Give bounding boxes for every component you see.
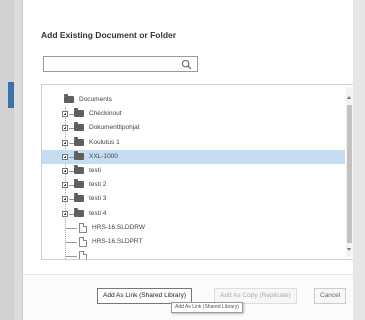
expand-icon[interactable] xyxy=(62,153,68,160)
background-panel xyxy=(0,0,14,320)
tree-item-documents[interactable]: Documents xyxy=(42,93,345,107)
tree-list: Documents Checkinout Dokumenttipohjat Ko… xyxy=(42,93,345,259)
folder-icon xyxy=(74,164,84,174)
scroll-up-icon[interactable] xyxy=(347,96,351,99)
expand-icon[interactable] xyxy=(62,167,68,174)
tree-item-xxl-1000[interactable]: XXL-1000 xyxy=(42,149,345,164)
vertical-scrollbar[interactable] xyxy=(346,87,353,257)
expand-icon[interactable] xyxy=(62,196,68,203)
folder-icon xyxy=(74,179,84,189)
folder-icon xyxy=(74,136,84,146)
scroll-down-icon[interactable] xyxy=(347,248,351,251)
tree-item-hrs-16-slddrw[interactable]: HRS-16.SLDDRW xyxy=(42,221,345,235)
tree-item-label: Checkinout xyxy=(89,110,122,118)
tree-item-dokumenttipohjat[interactable]: Dokumenttipohjat xyxy=(42,121,345,135)
cancel-button[interactable]: Cancel xyxy=(314,288,347,304)
tree-item-testi[interactable]: testi xyxy=(42,164,345,178)
tree-item-label: testi 3 xyxy=(89,195,107,203)
tree-item-label: Documents xyxy=(79,96,112,103)
tree-item-testi-4[interactable]: testi 4 xyxy=(42,207,345,221)
tree-item-partial[interactable] xyxy=(42,249,345,259)
tree-item-testi-2[interactable]: testi 2 xyxy=(42,178,345,192)
dialog-title: Add Existing Document or Folder xyxy=(41,30,177,40)
expand-icon[interactable] xyxy=(62,125,68,132)
tree-connector xyxy=(66,241,77,243)
tree-item-testi-3[interactable]: testi 3 xyxy=(42,192,345,206)
document-icon xyxy=(79,222,87,233)
document-icon xyxy=(79,251,87,259)
add-existing-document-dialog: x Add Existing Document or Folder Docume… xyxy=(22,0,365,320)
expand-icon[interactable] xyxy=(62,111,68,118)
tree-item-label: Koulutus 1 xyxy=(89,138,120,146)
tree-item-hrs-16-sldprt[interactable]: HRS-16.SLDPRT xyxy=(42,235,345,249)
add-as-link-tooltip: Add As Link (Shared Library) xyxy=(171,302,243,313)
dialog-footer: Add As Link (Shared Library) Add As Copy… xyxy=(23,274,365,320)
folder-icon xyxy=(64,94,74,103)
folder-icon xyxy=(74,108,84,118)
background-right-panel xyxy=(353,0,365,320)
tree-connector xyxy=(66,256,77,258)
search-icon[interactable] xyxy=(181,59,192,70)
tree-item-label: testi xyxy=(89,166,101,174)
expand-icon[interactable] xyxy=(62,182,68,189)
tree-item-label: Dokumenttipohjat xyxy=(89,124,140,132)
folder-icon xyxy=(74,122,84,132)
background-accent xyxy=(8,82,14,108)
folder-icon xyxy=(74,193,84,203)
expand-icon[interactable] xyxy=(62,210,68,217)
tree-item-label: XXL-1000 xyxy=(89,152,118,160)
document-icon xyxy=(79,236,87,247)
folder-icon xyxy=(74,207,84,217)
folder-icon xyxy=(74,150,84,160)
document-tree: Documents Checkinout Dokumenttipohjat Ko… xyxy=(41,84,356,260)
expand-icon[interactable] xyxy=(62,139,68,146)
tree-item-label: testi 2 xyxy=(89,181,107,189)
tree-item-label: testi 4 xyxy=(89,209,107,217)
search-input[interactable] xyxy=(43,56,198,72)
tree-item-label: HRS-16.SLDPRT xyxy=(92,237,143,245)
tree-connector xyxy=(66,227,77,229)
tree-item-koulutus-1[interactable]: Koulutus 1 xyxy=(42,136,345,150)
scrollbar-thumb[interactable] xyxy=(347,105,352,243)
tree-item-label: HRS-16.SLDDRW xyxy=(92,223,145,231)
tree-item-checkinout[interactable]: Checkinout xyxy=(42,107,345,121)
